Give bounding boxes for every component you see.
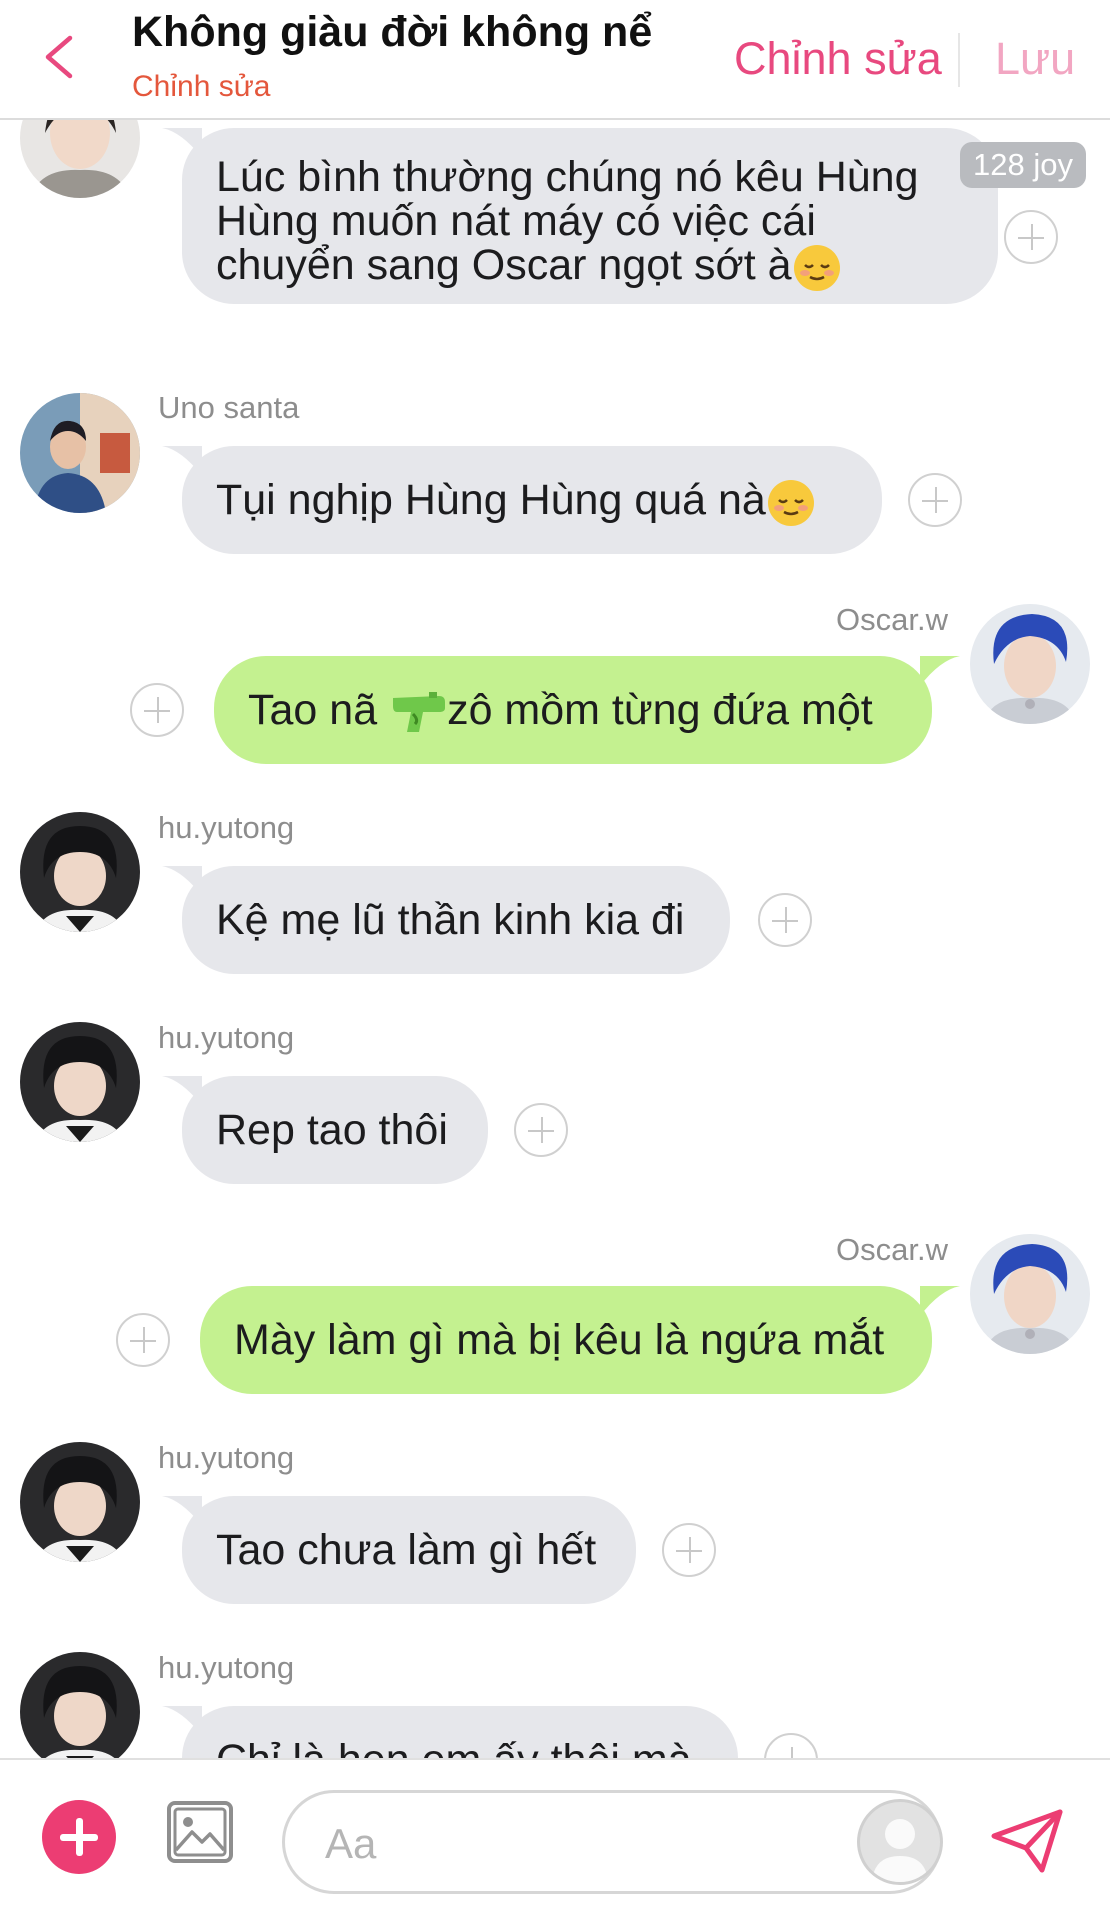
- username: Oscar.w: [836, 1232, 948, 1267]
- bubble-tail: [162, 446, 202, 476]
- relieved-face-icon: [767, 479, 814, 526]
- message-text: Tao chưa làm gì hết: [216, 1526, 597, 1574]
- message-text: Rep tao thôi: [216, 1106, 448, 1154]
- message-text: Tụi nghịp Hùng Hùng quá nà: [216, 476, 766, 524]
- send-icon[interactable]: [990, 1808, 1064, 1874]
- avatar-hu-image: [20, 812, 140, 932]
- username: hu.yutong: [158, 1440, 295, 1475]
- message-bubble[interactable]: Mày làm gì mà bị kêu là ngứa mắt: [200, 1286, 932, 1394]
- react-button[interactable]: [1004, 210, 1058, 264]
- message-text-line: Tao nã zô mồm từng đứa một: [248, 683, 873, 738]
- message-list[interactable]: Lúc bình thường chúng nó kêu Hùng Hùng m…: [0, 118, 1110, 1758]
- avatar-girl-image: [20, 118, 140, 198]
- message-bubble[interactable]: Tụi nghịp Hùng Hùng quá nà: [182, 446, 882, 554]
- avatar-hu-image: [20, 1442, 140, 1562]
- message-bubble[interactable]: Kệ mẹ lũ thần kinh kia đi: [182, 866, 730, 974]
- user-silhouette-icon: [872, 1819, 928, 1882]
- react-button[interactable]: [514, 1103, 568, 1157]
- edit-button[interactable]: Chỉnh sửa: [734, 33, 942, 85]
- composer-bar: [0, 1758, 1110, 1922]
- username: hu.yutong: [158, 1020, 295, 1055]
- message-text: Mày làm gì mà bị kêu là ngứa mắt: [234, 1316, 885, 1364]
- avatar[interactable]: [20, 118, 140, 198]
- save-button[interactable]: Lưu: [995, 33, 1075, 85]
- username: hu.yutong: [158, 1650, 295, 1685]
- avatar[interactable]: [970, 604, 1090, 724]
- image-icon[interactable]: [166, 1800, 234, 1864]
- bubble-tail: [920, 1286, 960, 1316]
- bubble-tail: [162, 128, 202, 158]
- react-button[interactable]: [662, 1523, 716, 1577]
- avatar-oscar-image: [970, 604, 1090, 724]
- message-bubble[interactable]: Chỉ là hẹn em ấy thôi mà: [182, 1706, 738, 1758]
- header-divider: [958, 33, 960, 87]
- message-bubble[interactable]: Tao chưa làm gì hết: [182, 1496, 636, 1604]
- water-pistol-icon: [393, 691, 446, 732]
- react-button[interactable]: [758, 893, 812, 947]
- bubble-tail: [162, 866, 202, 896]
- message-input[interactable]: [323, 1813, 807, 1875]
- avatar-hu-image: [20, 1652, 140, 1758]
- avatar-hu-image: [20, 1022, 140, 1142]
- profile-mask-button[interactable]: [857, 1799, 943, 1885]
- react-button[interactable]: [116, 1313, 170, 1367]
- message-bubble[interactable]: Tao nã zô mồm từng đứa một: [214, 656, 932, 764]
- avatar[interactable]: [20, 812, 140, 932]
- joy-count-badge: 128 joy: [960, 142, 1086, 188]
- bubble-tail: [162, 1076, 202, 1106]
- message-text: Kệ mẹ lũ thần kinh kia đi: [216, 896, 685, 944]
- bubble-tail: [920, 656, 960, 686]
- message-text: zô mồm từng đứa một: [447, 686, 873, 734]
- react-button[interactable]: [130, 683, 184, 737]
- bubble-tail: [162, 1706, 202, 1736]
- react-button[interactable]: [764, 1733, 818, 1758]
- chat-title: Không giàu đời không nể: [132, 8, 653, 56]
- message-text-line: Tụi nghịp Hùng Hùng quá nà: [216, 473, 816, 528]
- chat-subtitle[interactable]: Chỉnh sửa: [132, 70, 271, 104]
- avatar[interactable]: [20, 1442, 140, 1562]
- message-text: chuyển sang Oscar ngọt sớt à: [216, 241, 792, 289]
- message-text: Tao nã: [248, 686, 390, 734]
- message-bubble[interactable]: Lúc bình thường chúng nó kêu Hùng Hùng m…: [182, 128, 998, 304]
- username: hu.yutong: [158, 810, 295, 845]
- username: Uno santa: [158, 390, 300, 425]
- react-button[interactable]: [908, 473, 962, 527]
- message-text-line: chuyển sang Oscar ngọt sớt à: [216, 238, 842, 293]
- username: Oscar.w: [836, 602, 948, 637]
- avatar[interactable]: [20, 1652, 140, 1758]
- avatar[interactable]: [970, 1234, 1090, 1354]
- relieved-face-icon: [793, 244, 840, 291]
- avatar-oscar-image: [970, 1234, 1090, 1354]
- back-chevron-icon[interactable]: [40, 34, 80, 80]
- message-bubble[interactable]: Rep tao thôi: [182, 1076, 488, 1184]
- add-button[interactable]: [42, 1800, 116, 1874]
- avatar-uno-image: [20, 393, 140, 513]
- chat-header: Không giàu đời không nể Chỉnh sửa Chỉnh …: [0, 0, 1110, 120]
- avatar[interactable]: [20, 1022, 140, 1142]
- avatar[interactable]: [20, 393, 140, 513]
- bubble-tail: [162, 1496, 202, 1526]
- message-input-wrapper: [282, 1790, 943, 1894]
- message-text: Chỉ là hẹn em ấy thôi mà: [216, 1733, 692, 1758]
